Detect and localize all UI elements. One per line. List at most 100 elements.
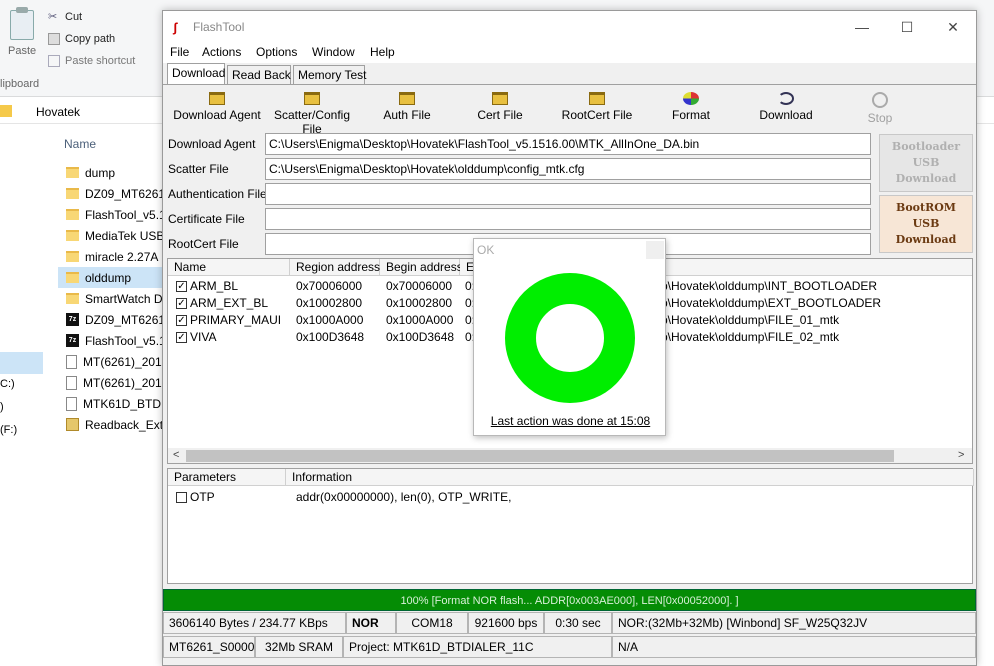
7z-icon: 7z (66, 313, 79, 326)
file-list-item[interactable]: DZ09_MT6261_ (66, 183, 162, 204)
column-header-begin-address[interactable]: Begin address (380, 259, 463, 276)
tab-read-back[interactable]: Read Back (227, 65, 291, 85)
navigation-pane: C:) ) (F:) (0, 124, 44, 666)
horizontal-scrollbar[interactable]: < > (168, 448, 972, 463)
menu-options[interactable]: Options (256, 45, 297, 59)
certificate-file-field[interactable] (265, 208, 871, 230)
dialog-close-button[interactable] (646, 241, 664, 259)
nav-drive-c[interactable]: C:) (0, 378, 15, 390)
document-icon (66, 354, 77, 369)
rootcert-file-button[interactable]: RootCert File (558, 86, 636, 130)
param-name: OTP (190, 490, 215, 504)
column-header-name[interactable]: Name (64, 137, 96, 151)
row-checkbox[interactable]: ✓ (176, 281, 187, 292)
row-region: 0x100D3648 (296, 330, 365, 344)
status-flash-info: NOR:(32Mb+32Mb) [Winbond] SF_W25Q32JV (612, 612, 976, 634)
folder-open-icon (492, 92, 508, 105)
parameters-table: Parameters Information OTP addr(0x000000… (167, 468, 974, 584)
row-checkbox[interactable]: ✓ (176, 332, 187, 343)
file-list-item[interactable]: MT(6261)_2017 (66, 351, 162, 372)
row-checkbox[interactable]: ✓ (176, 298, 187, 309)
tab-memory-test[interactable]: Memory Test (293, 65, 366, 85)
status-extra: N/A (612, 636, 976, 658)
scatter-config-button[interactable]: Scatter/Config File (264, 86, 360, 136)
column-header-information[interactable]: Information (286, 469, 974, 486)
bootrom-usb-download-button[interactable]: BootROM USB Download (879, 195, 973, 253)
minimize-button[interactable]: — (851, 17, 873, 37)
row-checkbox[interactable]: ✓ (176, 315, 187, 326)
scroll-left-icon[interactable]: < (173, 449, 179, 461)
paste-shortcut-icon (48, 55, 60, 67)
folder-icon (66, 272, 79, 283)
download-agent-button[interactable]: Download Agent (171, 86, 263, 130)
scrollbar-thumb[interactable] (186, 450, 894, 462)
stop-button[interactable]: Stop (858, 86, 902, 130)
copy-path-button[interactable]: Copy path (48, 31, 115, 47)
cut-button[interactable]: ✂ Cut (48, 9, 82, 25)
tab-divider (163, 84, 976, 85)
column-header-region-address[interactable]: Region address (290, 259, 380, 276)
scatter-file-field[interactable]: C:\Users\Enigma\Desktop\Hovatek\olddump\… (265, 158, 871, 180)
toolbar-label: Format (671, 108, 710, 122)
title-bar[interactable]: ʃ FlashTool — ☐ ✕ (163, 11, 976, 43)
folder-icon (66, 167, 79, 178)
file-list-item[interactable]: Readback_Extra (66, 414, 162, 435)
paste-button[interactable]: Paste (8, 45, 36, 57)
file-list-item[interactable]: miracle 2.27A (66, 246, 162, 267)
column-header-parameters[interactable]: Parameters (168, 469, 286, 486)
file-list-item[interactable]: FlashTool_v5.1! (66, 204, 162, 225)
menu-actions[interactable]: Actions (202, 45, 241, 59)
auth-file-button[interactable]: Auth File (372, 86, 442, 130)
file-list-item[interactable]: SmartWatch D: (66, 288, 162, 309)
menu-window[interactable]: Window (312, 45, 355, 59)
menu-help[interactable]: Help (370, 45, 395, 59)
cut-label: Cut (65, 11, 83, 23)
status-chip: MT6261_S0000 (163, 636, 255, 658)
file-list-item[interactable]: 7z FlashTool_v5.1: (66, 330, 162, 351)
folder-icon (66, 293, 79, 304)
download-agent-field[interactable]: C:\Users\Enigma\Desktop\Hovatek\FlashToo… (265, 133, 871, 155)
7z-icon: 7z (66, 334, 79, 347)
otp-checkbox[interactable] (176, 492, 187, 503)
tab-download[interactable]: Download (167, 63, 225, 85)
status-project: Project: MTK61D_BTDIALER_11C (343, 636, 612, 658)
archive-icon (66, 418, 79, 431)
nav-drive-f[interactable]: (F:) (0, 424, 17, 436)
menu-file[interactable]: File (170, 45, 189, 59)
rootcert-file-label: RootCert File (168, 237, 239, 251)
file-list-item[interactable]: MediaTek USB (66, 225, 162, 246)
cert-file-button[interactable]: Cert File (465, 86, 535, 130)
nav-drive[interactable]: ) (0, 401, 4, 413)
authentication-file-field[interactable] (265, 183, 871, 205)
row-path: p\Hovatek\olddump\FILE_02_mtk (661, 330, 840, 344)
format-button[interactable]: Format (663, 86, 719, 130)
folder-open-icon (399, 92, 415, 105)
download-arrow-icon (778, 92, 794, 105)
file-list-item[interactable]: MTK61D_BTDIAI (66, 393, 162, 414)
copy-path-label: Copy path (65, 33, 116, 45)
clipboard-icon[interactable] (10, 7, 34, 40)
file-name: MT(6261)_2017 (83, 354, 162, 369)
maximize-button[interactable]: ☐ (896, 17, 918, 37)
paste-shortcut-label: Paste shortcut (65, 55, 136, 67)
file-list-item[interactable]: 7z DZ09_MT6261_ (66, 309, 162, 330)
file-list-item[interactable]: MT(6261)_2017 (66, 372, 162, 393)
menu-bar: File Actions Options Window Help (163, 43, 976, 63)
side-button-line: BootROM (896, 201, 956, 214)
address-text: Hovatek (36, 105, 81, 119)
table-row[interactable]: OTP addr(0x00000000), len(0), OTP_WRITE, (168, 489, 974, 506)
side-button-line: USB (912, 156, 940, 169)
file-list-item[interactable]: dump (66, 162, 162, 183)
success-ring-icon (505, 273, 635, 403)
folder-icon (66, 188, 79, 199)
nav-selected-item[interactable] (0, 352, 43, 374)
scroll-right-icon[interactable]: > (958, 449, 964, 461)
close-button[interactable]: ✕ (942, 17, 964, 37)
bootloader-usb-download-button[interactable]: Bootloader USB Download (879, 134, 973, 192)
column-header-name[interactable]: Name (168, 259, 290, 276)
file-list-item-selected[interactable]: olddump (58, 267, 162, 288)
toolbar-label: RootCert File (561, 108, 633, 122)
paste-shortcut-button[interactable]: Paste shortcut (48, 53, 135, 69)
download-button[interactable]: Download (754, 86, 818, 130)
dialog-title: OK (477, 243, 495, 257)
